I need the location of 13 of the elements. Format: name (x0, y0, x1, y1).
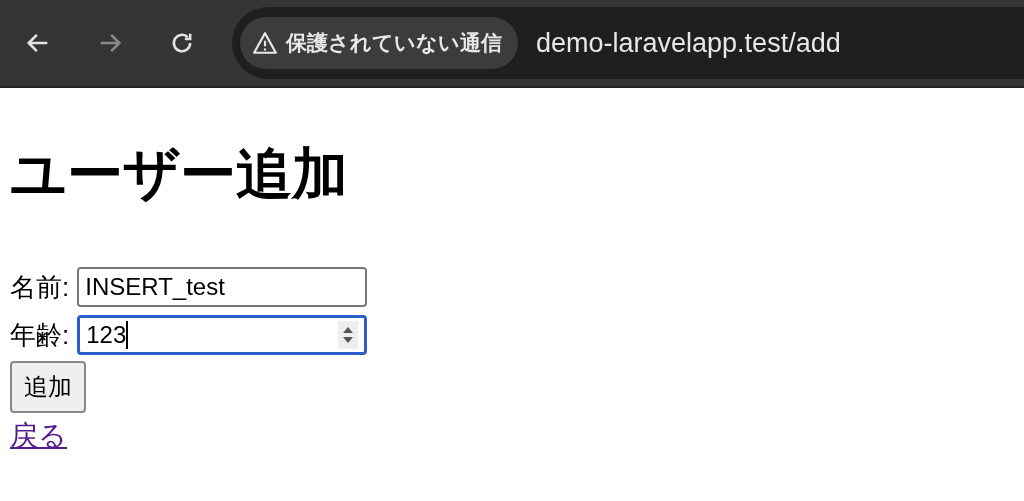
add-button[interactable]: 追加 (10, 361, 86, 414)
number-field[interactable]: 123 (77, 315, 368, 356)
field-label: 名前: (10, 270, 70, 304)
back-link[interactable]: 戻る (10, 417, 67, 456)
page-heading: ユーザー追加 (10, 141, 349, 207)
url-text: demo-laravelapp.test/add (536, 27, 841, 59)
field-label: 年齢: (10, 318, 70, 352)
warning-icon (252, 30, 278, 56)
security-chip[interactable]: 保護されていない通信 (240, 17, 518, 69)
text-field[interactable]: INSERT_test (77, 267, 368, 308)
address-bar[interactable]: 保護されていない通信 demo-laravelapp.test/add (232, 7, 1024, 79)
spinner-icon[interactable] (338, 321, 359, 350)
security-text: 保護されていない通信 (286, 30, 502, 57)
